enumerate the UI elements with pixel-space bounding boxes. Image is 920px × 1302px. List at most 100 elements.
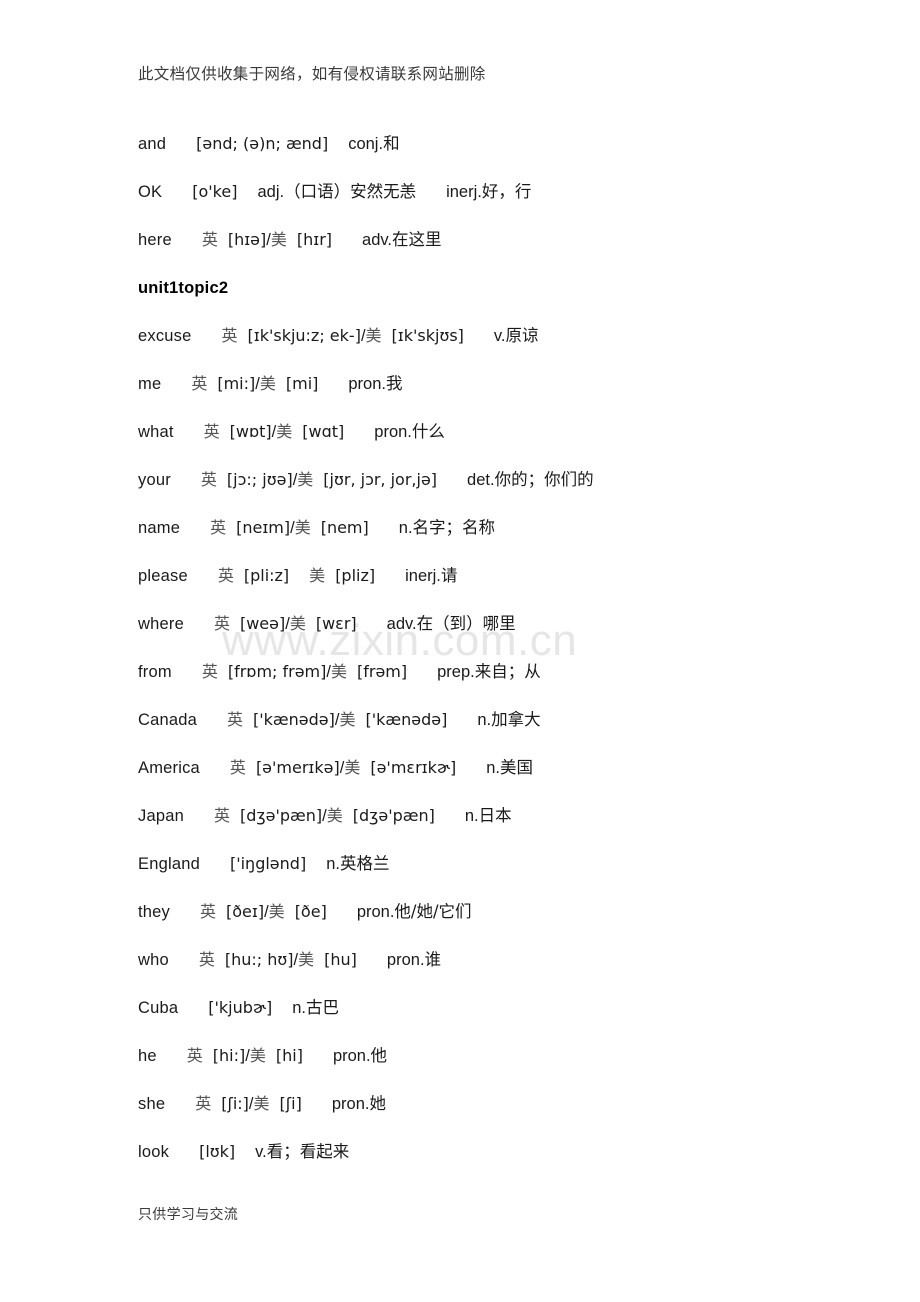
entry-uk-label: 英 [213,614,230,633]
entry-us-ipa: [ə'mɛrɪkɚ] [370,758,457,777]
entry-us-ipa: [ʃi] [279,1094,302,1113]
entry-word: America [138,759,200,777]
entry-word: they [138,903,170,921]
entry-uk-ipa: [hu:; hʊ] [224,950,294,969]
entry-pos: pron. [332,1047,371,1065]
vocabulary-entry: please 英 [pli:z] 美 [pliz] inerj.请 [138,552,878,600]
entry-uk-label: 英 [200,470,217,489]
entry-word: he [138,1047,157,1065]
entry-pos: pron. [331,1095,370,1113]
vocabulary-entry: Canada 英 ['kænədə]/美 ['kænədə] n.加拿大 [138,696,878,744]
entry-us-label: 美 [344,758,361,777]
entry-pos: pron. [386,951,425,969]
entry-pos: pron. [356,903,395,921]
entry-uk-ipa: [ðeɪ] [226,902,265,921]
entry-pos: pron. [374,423,412,441]
entry-pos: det. [467,471,495,489]
entry-us-ipa: [ðe] [294,902,327,921]
entry-meaning: 看；看起来 [266,1142,350,1161]
entry-pos: n. [398,519,413,537]
vocabulary-entry: who 英 [hu:; hʊ]/美 [hu] pron.谁 [138,936,878,984]
entry-uk-label: 英 [217,566,234,585]
vocabulary-entry: they 英 [ðeɪ]/美 [ðe] pron.他/她/它们 [138,888,878,936]
entry-us-label: 美 [253,1094,270,1113]
entry-uk-label: 英 [201,662,218,681]
vocabulary-entry: he 英 [hi:]/美 [hi] pron.他 [138,1032,878,1080]
entry-word: excuse [138,327,192,345]
entry-uk-ipa: [lʊk] [199,1142,236,1161]
entry-us-ipa: [pliz] [335,566,376,585]
entry-uk-ipa: [o'ke] [192,182,238,201]
entry-pos: v. [255,1143,267,1161]
entry-meaning: 你的；你们的 [494,470,594,489]
entry-meaning: 他/她/它们 [394,902,472,921]
vocabulary-entry: and [ənd; (ə)n; ænd] conj.和 [138,120,878,168]
entry-us-label: 美 [276,422,293,441]
entry-uk-ipa: [mi:] [217,374,256,393]
entry-meaning: 原谅 [505,326,539,345]
vocabulary-entry: Japan 英 [dʒə'pæn]/美 [dʒə'pæn] n.日本 [138,792,878,840]
vocabulary-entry: name 英 [neɪm]/美 [nem] n.名字；名称 [138,504,878,552]
document-footer-notice: 只供学习与交流 [138,1207,239,1223]
entry-uk-label: 英 [195,1094,212,1113]
entry-pos: inerj. [405,567,441,585]
entry-pos: n. [292,999,307,1017]
entry-uk-ipa: [jɔ:; jʊə] [226,470,293,489]
entry-word: Japan [138,807,184,825]
entry-word: Cuba [138,999,179,1017]
entry-meaning: 在这里 [392,230,442,249]
entry-meaning: 我 [385,374,403,393]
entry-uk-ipa: [ʃi:] [221,1094,249,1113]
entry-uk-ipa: [ɪk'skju:z; ek-] [247,326,361,345]
entry-us-label: 美 [249,1046,266,1065]
entry-uk-label: 英 [186,1046,203,1065]
vocabulary-entry: OK [o'ke] adj.（口语）安然无恙 inerj.好，行 [138,168,878,216]
entry-meaning: 来自；从 [474,662,541,681]
entry-word: who [138,951,169,969]
entry-uk-label: 英 [203,422,220,441]
entry-meaning: 名字；名称 [412,518,496,537]
entry-us-ipa: [hi] [275,1046,303,1065]
entry-pos: adj. [257,183,285,201]
entry-us-label: 美 [259,374,276,393]
entry-word: your [138,471,171,489]
entry-us-label: 美 [339,710,356,729]
entry-meaning: 在（到）哪里 [416,614,516,633]
vocabulary-entry: where 英 [weə]/美 [wɛr] adv.在（到）哪里 [138,600,878,648]
entry-word: where [138,615,184,633]
entry-uk-ipa: [frɒm; frəm] [227,662,327,681]
vocabulary-entry: from 英 [frɒm; frəm]/美 [frəm] prep.来自；从 [138,648,878,696]
entry-word: Canada [138,711,197,729]
entry-word: here [138,231,172,249]
vocabulary-entry: here 英 [hɪə]/美 [hɪr] adv.在这里 [138,216,878,264]
entry-pos: n. [464,807,479,825]
vocabulary-entry: look [lʊk] v.看；看起来 [138,1128,878,1176]
entry-pos: adv. [386,615,417,633]
vocabulary-entry: what 英 [wɒt]/美 [wɑt] pron.什么 [138,408,878,456]
entry-word: name [138,519,181,537]
entry-uk-label: 英 [213,806,230,825]
entry-meaning: 她 [369,1094,386,1113]
entry-pos: conj. [348,135,384,153]
entry-pos: n. [486,759,500,777]
entry-us-ipa: [wɛr] [315,614,357,633]
entry-us-label: 美 [326,806,343,825]
entry-us-ipa: ['kænədə] [365,710,448,729]
entry-pos: n. [477,711,492,729]
entry-uk-label: 英 [221,326,238,345]
entry-meaning: 古巴 [306,998,340,1017]
entry-meaning: 他 [370,1046,388,1065]
entry-uk-ipa: [hi:] [212,1046,246,1065]
entry-uk-ipa: ['kjubɚ] [208,998,273,1017]
entry-us-ipa: [nem] [320,518,369,537]
entry-us-ipa: [hɪr] [296,230,333,249]
entry-uk-ipa: [ənd; (ə)n; ænd] [196,134,329,153]
entry-meaning: （口语）安然无恙 [284,182,417,201]
entry-meaning: 什么 [411,422,445,441]
entry-uk-label: 英 [201,230,218,249]
entry-word: please [138,567,188,585]
entry-uk-ipa: [wɒt] [229,422,272,441]
entry-meaning: 英格兰 [339,854,390,873]
entry-word: OK [138,183,163,201]
vocabulary-entry: your 英 [jɔ:; jʊə]/美 [jʊr, jɔr, jor,jə] det.你… [138,456,878,504]
